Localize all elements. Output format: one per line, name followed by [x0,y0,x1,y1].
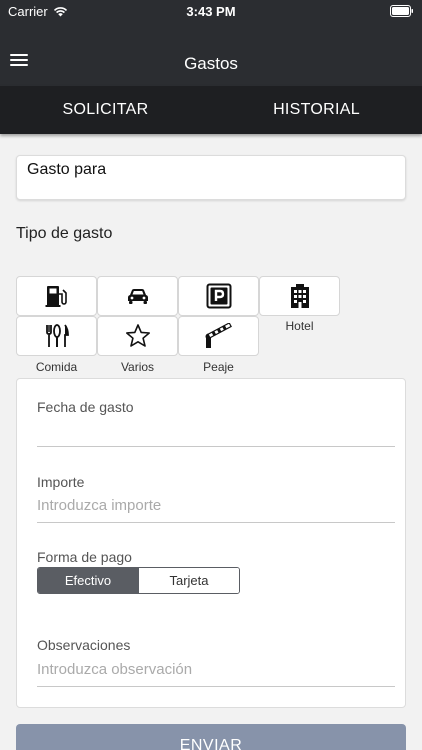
nav-bar: Gastos [0,24,422,86]
status-time: 3:43 PM [186,4,236,19]
page-title: Gastos [184,54,238,73]
forma-pago-tarjeta-option[interactable]: Tarjeta [138,568,239,593]
forma-pago-efectivo-option[interactable]: Efectivo [38,568,138,593]
car-icon [127,289,148,304]
type-fuel-button[interactable] [16,276,97,316]
tab-historial[interactable]: HISTORIAL [211,86,422,134]
type-parking-button[interactable] [178,276,259,316]
fuel-icon [45,286,67,307]
battery-icon [390,5,413,17]
importe-input[interactable]: Introduzca importe [37,497,161,514]
type-hotel-label: Hotel [285,319,314,333]
forma-pago-segmented-control: Efectivo Tarjeta [37,567,240,594]
observaciones-input[interactable]: Introduzca observación [37,661,192,678]
type-varios-button[interactable] [97,316,178,356]
fecha-underline [37,446,395,447]
observaciones-label: Observaciones [37,637,131,653]
tab-solicitar[interactable]: SOLICITAR [0,86,211,134]
type-peaje-button[interactable] [178,316,259,356]
parking-icon [206,283,231,309]
type-car-button[interactable] [97,276,178,316]
star-icon [125,324,150,347]
type-comida-label: Comida [35,360,78,374]
fecha-label: Fecha de gasto [37,399,134,415]
importe-underline [37,522,395,523]
type-comida-button[interactable] [16,316,97,356]
expense-form-card: Fecha de gasto Importe Introduzca import… [16,378,406,708]
tab-bar: SOLICITAR HISTORIAL [0,86,422,134]
importe-label: Importe [37,474,85,490]
toll-barrier-icon [205,323,232,348]
type-peaje-label: Peaje [203,360,234,374]
enviar-button[interactable]: ENVIAR [16,724,406,750]
gasto-para-field[interactable]: Gasto para [16,155,406,200]
hotel-icon [290,284,309,308]
type-varios-label: Varios [120,360,155,374]
type-hotel-button[interactable] [259,276,340,316]
tipo-gasto-heading: Tipo de gasto [16,225,113,242]
observaciones-underline [37,686,395,687]
forma-pago-label: Forma de pago [37,549,132,565]
cutlery-icon [45,324,69,347]
status-bar: Carrier 3:43 PM [0,0,422,24]
